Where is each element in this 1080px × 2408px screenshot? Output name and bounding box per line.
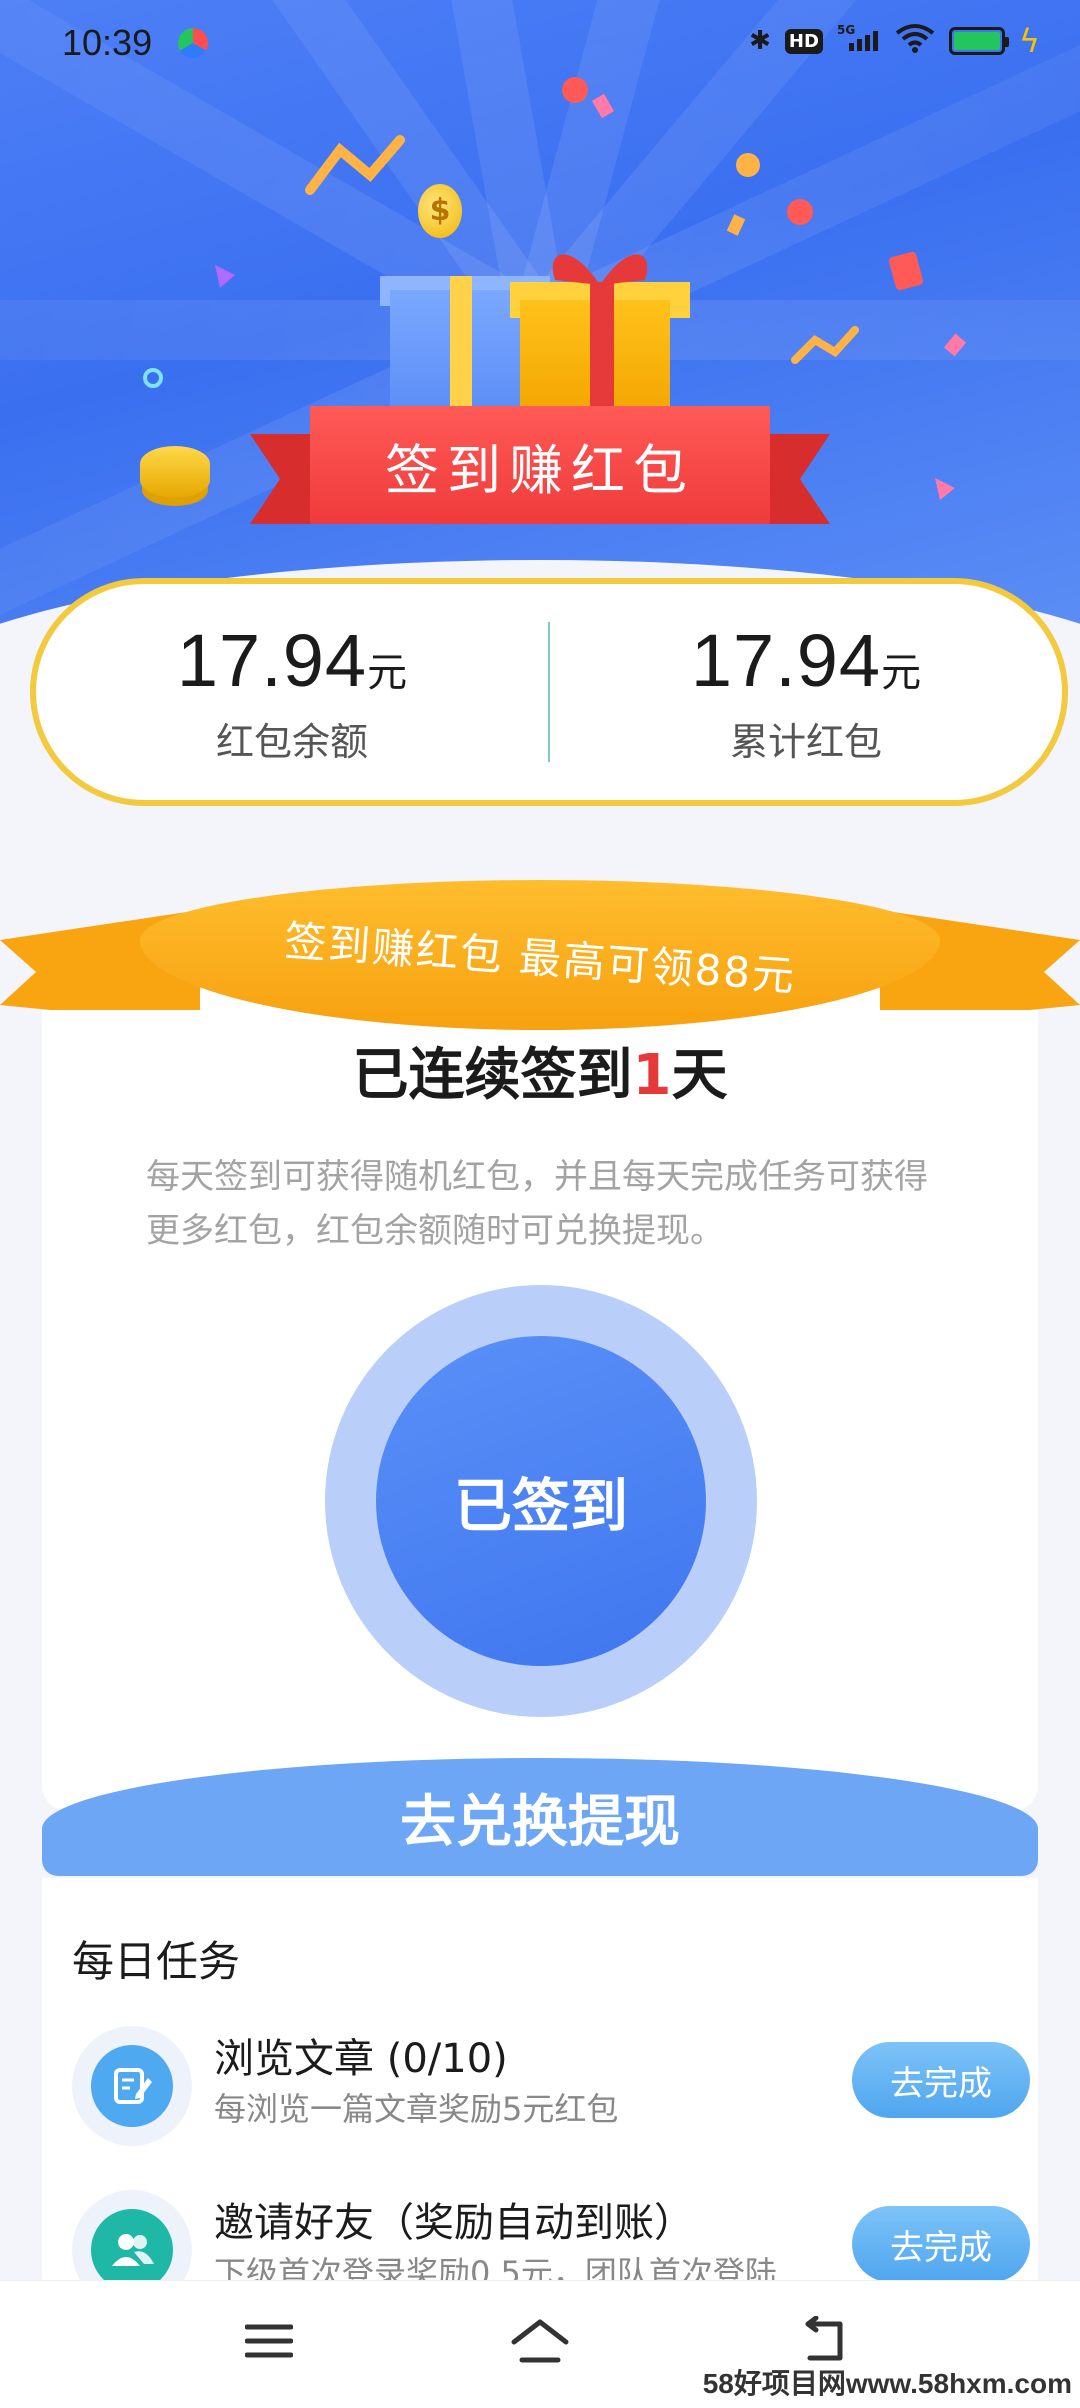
- signal-icon: 5G: [837, 23, 881, 60]
- balance-total-label: 累计红包: [729, 720, 882, 764]
- task-complete-button[interactable]: 去完成: [852, 2042, 1030, 2118]
- battery-icon: [948, 27, 1009, 55]
- menu-icon[interactable]: [234, 2311, 304, 2371]
- users-icon: [91, 2209, 173, 2291]
- coin-icon: $: [418, 184, 462, 238]
- gift-box-blue-ribbon: [450, 276, 472, 420]
- task-icon-container: [72, 2026, 192, 2146]
- wifi-icon: [895, 23, 935, 60]
- balance-card: 17.94元 红包余额 17.94元 累计红包: [30, 578, 1068, 806]
- gift-bow-icon: [552, 254, 648, 285]
- streak-suffix: 天: [671, 1043, 728, 1108]
- balance-total-unit: 元: [881, 650, 922, 696]
- task-item-read-articles: 浏览文章 (0/10) 每浏览一篇文章奖励5元红包 去完成: [72, 2026, 1030, 2156]
- bluetooth-icon: ✱: [749, 26, 771, 56]
- ribbon-banner: 签到赚红包 最高可领88元: [140, 880, 940, 1030]
- network-type-label: 5G: [837, 23, 855, 37]
- watermark-text: 58好项目网www.58hxm.com: [702, 2368, 1072, 2399]
- streak-days: 1: [632, 1043, 672, 1108]
- status-time: 10:39: [62, 22, 153, 63]
- balance-total-value: 17.94: [690, 619, 882, 702]
- signin-description: 每天签到可获得随机红包，并且每天完成任务可获得更多红包，红包余额随时可兑换提现。: [146, 1157, 928, 1251]
- checkin-button-ring: 已签到: [325, 1285, 757, 1717]
- system-navigation-bar: 58好项目网www.58hxm.com: [0, 2280, 1080, 2408]
- daily-tasks-card: 每日任务 浏览文章 (0/10) 每浏览一篇文章奖励5元红包 去完成 邀请好友（…: [42, 1878, 1038, 2310]
- edit-document-icon: [91, 2045, 173, 2127]
- task-title: 浏览文章 (0/10): [214, 2036, 508, 2082]
- balance-remaining-label: 红包余额: [215, 720, 368, 764]
- balance-remaining[interactable]: 17.94元 红包余额: [36, 618, 548, 766]
- task-subtitle: 每浏览一篇文章奖励5元红包: [214, 2090, 619, 2128]
- hero-banner-title: 签到赚红包: [310, 406, 770, 524]
- hd-badge: HD: [784, 28, 823, 54]
- home-icon[interactable]: [505, 2311, 575, 2371]
- status-bar: 10:39 ✱ HD 5G ϟ: [0, 0, 1080, 84]
- task-title: 邀请好友（奖励自动到账）: [214, 2200, 694, 2246]
- hero-header: $ 签到赚红包: [0, 0, 1080, 640]
- coin-stack-icon: [140, 446, 210, 498]
- signin-streak: 已连续签到1天: [42, 1030, 1038, 1111]
- daily-tasks-title: 每日任务: [72, 1937, 241, 1986]
- balance-total[interactable]: 17.94元 累计红包: [550, 618, 1062, 766]
- checkin-button[interactable]: 已签到: [376, 1336, 706, 1666]
- status-icons: ✱ HD 5G ϟ: [749, 22, 1040, 60]
- gift-box-yellow-ribbon: [590, 282, 614, 420]
- streak-prefix: 已连续签到: [352, 1043, 633, 1108]
- balance-remaining-unit: 元: [367, 650, 408, 696]
- charging-bolt-icon: ϟ: [1018, 22, 1040, 60]
- balance-remaining-value: 17.94: [176, 619, 368, 702]
- task-complete-button[interactable]: 去完成: [852, 2206, 1030, 2282]
- ribbon-text: 签到赚红包 最高可领88元: [282, 915, 798, 1001]
- app-notification-icon: [178, 28, 208, 58]
